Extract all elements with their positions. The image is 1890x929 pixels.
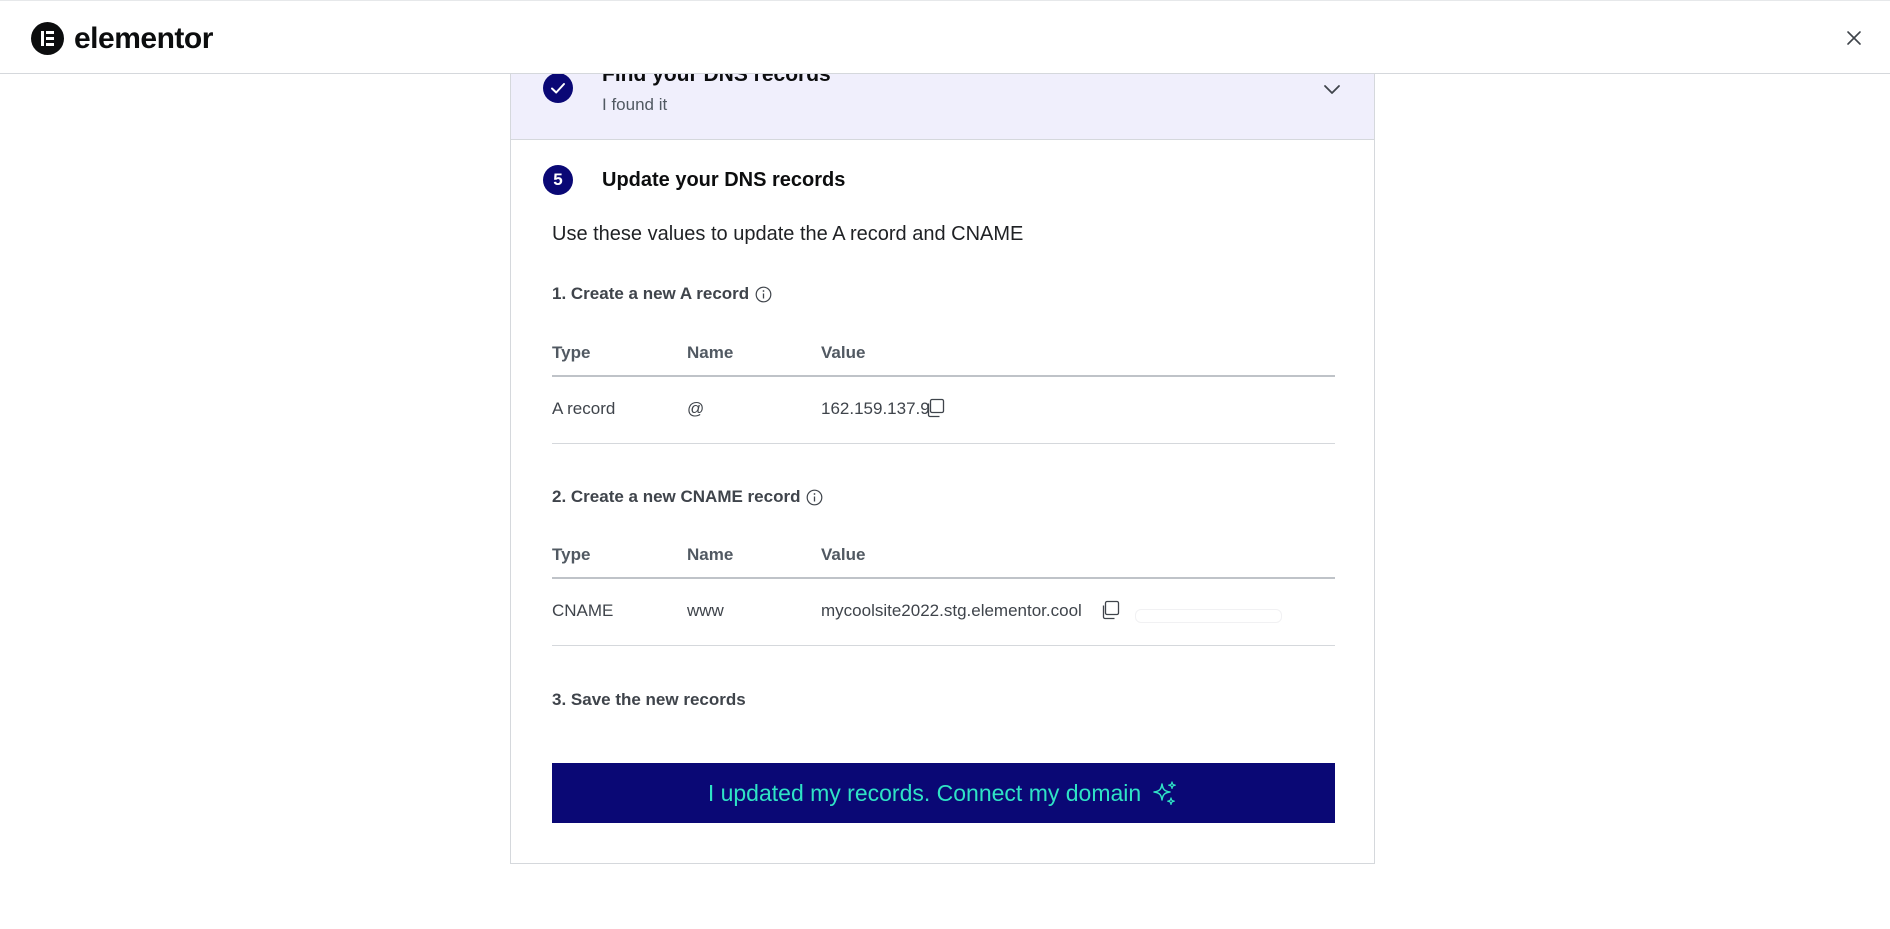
table-header: Type Name Value [552,535,1335,579]
brand-name: elementor [74,21,213,55]
step4-subtitle: I found it [602,95,668,114]
connect-domain-button[interactable]: I updated my records. Connect my domain [552,763,1335,823]
dns-steps-card: Find your DNS records I found it 5 Updat… [510,40,1375,864]
copy-icon[interactable] [924,397,946,419]
header-name: Name [687,545,734,564]
step5-intro: Use these values to update the A record … [552,223,1024,245]
a-record-name: @ [687,399,705,418]
top-bar: elementor [0,0,1890,74]
a-record-table: Type Name Value A record @ 162.159.137.9 [552,333,1335,444]
cname-value: mycoolsite2022.stg.elementor.cool [821,601,1082,620]
a-record-section-title: 1. Create a new A record [552,284,772,304]
close-icon[interactable] [1843,27,1865,49]
info-icon[interactable] [755,286,772,303]
header-name: Name [687,343,734,362]
check-icon [543,73,573,103]
header-value: Value [821,343,866,362]
connect-domain-label: I updated my records. Connect my domain [707,779,1142,806]
step5-number-badge: 5 [543,165,573,195]
elementor-logo-icon [31,22,64,55]
a-record-type: A record [552,399,616,418]
connect-domain-page: Find your DNS records I found it 5 Updat… [0,0,1890,929]
table-header: Type Name Value [552,333,1335,377]
cname-name: www [687,601,724,620]
save-section-title: 3. Save the new records [552,690,746,709]
cname-type: CNAME [552,601,614,620]
table-row: A record @ 162.159.137.9 [552,377,1335,444]
copied-tooltip-placeholder [1135,609,1282,623]
cname-record-table: Type Name Value CNAME www mycoolsite2022… [552,535,1335,646]
chevron-down-icon[interactable] [1322,79,1342,99]
header-type: Type [552,343,591,362]
elementor-logo[interactable]: elementor [31,22,213,55]
copy-icon[interactable] [1099,599,1121,621]
cname-section-title: 2. Create a new CNAME record [552,487,823,507]
header-value: Value [821,545,866,564]
sparkle-icon [1151,779,1179,807]
a-record-title-text: 1. Create a new A record [552,284,750,303]
cname-title-text: 2. Create a new CNAME record [552,487,801,506]
table-row: CNAME www mycoolsite2022.stg.elementor.c… [552,579,1335,646]
info-icon[interactable] [806,489,823,506]
header-type: Type [552,545,591,564]
a-record-value: 162.159.137.9 [821,399,930,418]
step5-title: Update your DNS records [602,169,846,191]
